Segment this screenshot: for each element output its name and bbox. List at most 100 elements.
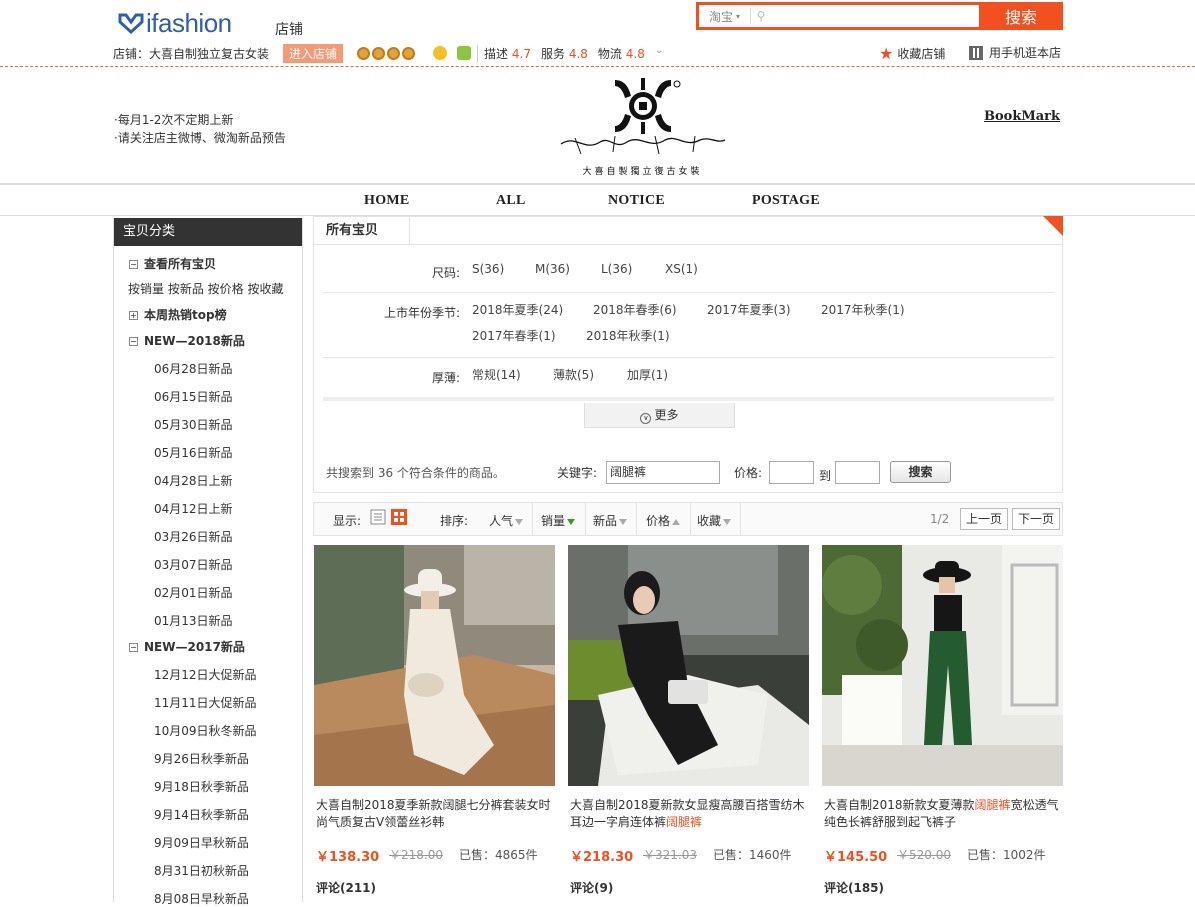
more-filters-button[interactable]: ∨ 更多 <box>584 403 735 428</box>
product-title-keyword: 阔腿裤 <box>974 798 1011 812</box>
score-value: 4.8 <box>625 46 645 61</box>
nav-home[interactable]: HOME <box>364 193 410 209</box>
sidebar-subitem[interactable]: 04月12日上新 <box>154 500 233 517</box>
filter-search-button[interactable]: 搜索 <box>890 461 951 483</box>
sidebar-subitem[interactable]: 01月13日新品 <box>154 612 233 629</box>
price-max-input[interactable] <box>835 461 880 484</box>
sidebar-subitem[interactable]: 05月16日新品 <box>154 444 233 461</box>
product-reviews[interactable]: 评论(211) <box>316 879 376 896</box>
sidebar-subitem[interactable]: 04月28日上新 <box>154 472 233 489</box>
filter-option-size[interactable]: M(36) <box>535 262 570 276</box>
search-scope-select[interactable]: 淘宝 ▾ <box>699 8 751 24</box>
search-input[interactable] <box>771 5 979 27</box>
filter-option-size[interactable]: XS(1) <box>665 262 698 276</box>
filter-option-size[interactable]: L(36) <box>601 262 632 276</box>
sort-divider <box>740 503 741 535</box>
certification-icon[interactable] <box>457 46 472 60</box>
sidebar-subitem[interactable]: 9月09日早秋新品 <box>154 834 249 851</box>
sort-option-label: 价格 <box>646 514 671 528</box>
filter-option-season[interactable]: 2018年秋季(1) <box>586 327 670 344</box>
score-label: 物流 <box>597 46 622 61</box>
collapse-icon[interactable]: − <box>129 337 138 346</box>
list-view-icon[interactable] <box>370 509 386 525</box>
product-reviews[interactable]: 评论(9) <box>570 879 613 896</box>
product-image[interactable] <box>822 545 1063 786</box>
nav-notice[interactable]: NOTICE <box>608 193 665 209</box>
shop-name[interactable]: 大喜自制独立复古女装 <box>149 45 269 62</box>
filter-divider <box>323 357 1054 358</box>
chevron-down-icon[interactable]: ⌄ <box>655 45 663 62</box>
product-price: ￥138.30 <box>316 850 380 865</box>
sidebar-group-2017[interactable]: − NEW—2017新品 <box>129 638 245 655</box>
sidebar-subitem[interactable]: 8月31日初秋新品 <box>154 862 249 879</box>
sidebar-subitem[interactable]: 02月01日新品 <box>154 584 233 601</box>
filter-option-season[interactable]: 2017年秋季(1) <box>821 301 905 318</box>
nav-all[interactable]: ALL <box>496 193 526 209</box>
collapse-icon[interactable]: − <box>129 260 138 269</box>
collect-shop-link[interactable]: ★ 收藏店铺 <box>879 44 945 63</box>
sidebar-subitem[interactable]: 10月09日秋冬新品 <box>154 722 257 739</box>
sidebar-subitem[interactable]: 8月08日早秋新品 <box>154 890 249 907</box>
nav-postage[interactable]: POSTAGE <box>752 193 820 209</box>
sidebar-subitem[interactable]: 12月12日大促新品 <box>154 666 257 683</box>
sidebar-title: 宝贝分类 <box>114 218 302 246</box>
grid-view-icon[interactable] <box>391 509 407 525</box>
chevron-down-icon: ▾ <box>736 11 741 21</box>
sort-sales[interactable]: 销量 <box>541 512 576 529</box>
search-button[interactable]: 搜索 <box>979 2 1063 30</box>
sidebar-group-2018[interactable]: − NEW—2018新品 <box>129 332 245 349</box>
crown-icon <box>387 46 401 60</box>
sidebar-subitem[interactable]: 06月15日新品 <box>154 388 233 405</box>
product-title[interactable]: 大喜自制2018夏新款女显瘦高腰百搭雪纺木耳边一字肩连体裤阔腿裤 <box>570 797 810 831</box>
sidebar-subitem[interactable]: 9月14日秋季新品 <box>154 806 249 823</box>
collapse-icon[interactable]: − <box>129 643 138 652</box>
enter-shop-button[interactable]: 进入店铺 <box>283 43 344 63</box>
product-title[interactable]: 大喜自制2018夏季新款阔腿七分裤套装女时尚气质复古V领蕾丝衫韩 <box>316 797 556 831</box>
sort-popularity[interactable]: 人气 <box>489 512 524 529</box>
filter-option-thickness[interactable]: 常规(14) <box>472 366 521 383</box>
shop-info-bar: 店铺： 大喜自制独立复古女装 进入店铺 描述 4.7 服务 4.8 物流 4.8… <box>113 43 663 63</box>
filter-option-size[interactable]: S(36) <box>472 262 504 276</box>
sidebar-subitem[interactable]: 03月26日新品 <box>154 528 233 545</box>
mobile-shop-link[interactable]: 用手机逛本店 <box>969 44 1061 61</box>
product-title-text: 大喜自制2018新款女夏薄款 <box>824 798 975 812</box>
sidebar-item-view-all[interactable]: − 查看所有宝贝 <box>129 255 216 272</box>
ifashion-logo[interactable]: ifashion <box>118 8 232 38</box>
sidebar-subitem[interactable]: 03月07日新品 <box>154 556 233 573</box>
product-image[interactable] <box>314 545 555 786</box>
sidebar-subitem[interactable]: 05月30日新品 <box>154 416 233 433</box>
prev-page-button[interactable]: 上一页 <box>960 508 1009 530</box>
keyword-input[interactable]: 阔腿裤 <box>606 461 720 484</box>
sidebar-item-label: NEW—2017新品 <box>144 640 245 654</box>
price-min-input[interactable] <box>769 461 814 484</box>
expand-icon[interactable]: + <box>129 311 138 320</box>
filter-option-thickness[interactable]: 加厚(1) <box>627 366 668 383</box>
season-filter-label: 上市年份季节: <box>383 306 460 320</box>
crown-icon <box>372 46 386 60</box>
product-reviews[interactable]: 评论(185) <box>824 879 884 896</box>
sidebar-subitem[interactable]: 11月11日大促新品 <box>154 694 257 711</box>
sidebar-subitem[interactable]: 9月26日秋季新品 <box>154 750 249 767</box>
filter-option-season[interactable]: 2017年夏季(3) <box>707 301 791 318</box>
bookmark-link[interactable]: BookMark <box>984 109 1060 124</box>
sort-new[interactable]: 新品 <box>593 512 628 529</box>
sidebar-subitem[interactable]: 9月18日秋季新品 <box>154 778 249 795</box>
page-indicator: 1/2 <box>930 512 950 526</box>
sort-price[interactable]: 价格 <box>646 512 681 529</box>
filter-option-season[interactable]: 2018年春季(6) <box>593 301 677 318</box>
shop-scores: 描述 4.7 服务 4.8 物流 4.8 ⌄ <box>477 44 663 62</box>
tab-all-items[interactable]: 所有宝贝 <box>314 217 410 245</box>
consumer-protection-icon[interactable] <box>433 46 448 60</box>
next-page-button[interactable]: 下一页 <box>1012 508 1061 530</box>
sidebar-subitem[interactable]: 06月28日新品 <box>154 360 233 377</box>
filter-option-thickness[interactable]: 薄款(5) <box>553 366 594 383</box>
product-title[interactable]: 大喜自制2018新款女夏薄款阔腿裤宽松透气纯色长裤舒服到起飞裤子 <box>824 797 1064 831</box>
sidebar-sort-links[interactable]: 按销量 按新品 按价格 按收藏 <box>128 280 283 297</box>
filter-option-season[interactable]: 2017年春季(1) <box>472 327 556 344</box>
filter-option-season[interactable]: 2018年夏季(24) <box>472 301 563 318</box>
sidebar-item-top-week[interactable]: + 本周热销top榜 <box>129 306 227 323</box>
product-image[interactable] <box>568 545 809 786</box>
sort-divider <box>690 503 691 535</box>
sort-favorites[interactable]: 收藏 <box>697 512 732 529</box>
brand-logo[interactable]: 大喜自製獨立復古女裝 <box>555 74 730 180</box>
